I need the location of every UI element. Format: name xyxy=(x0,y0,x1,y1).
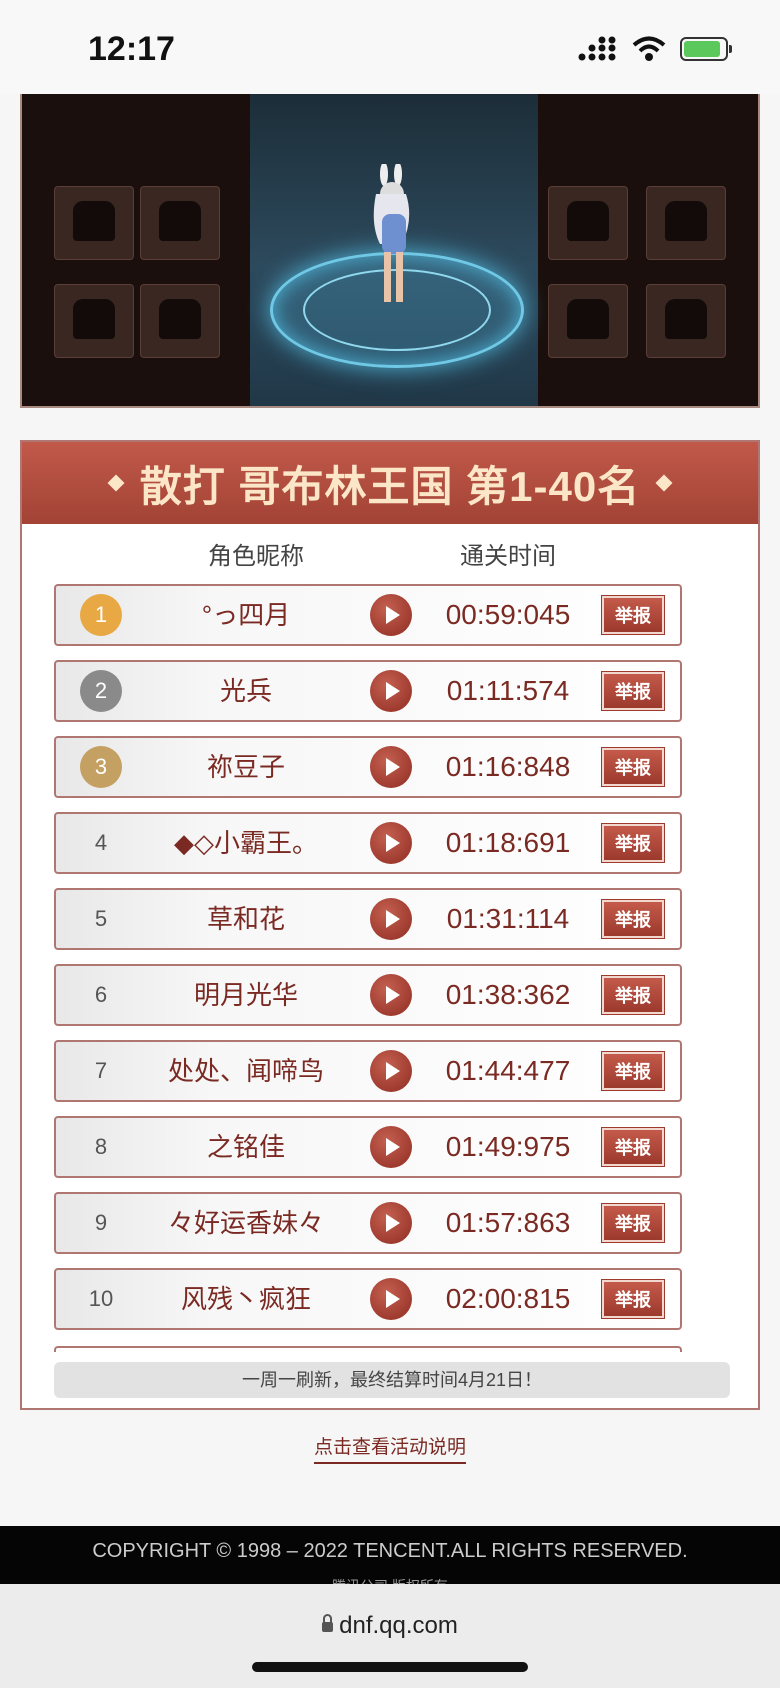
rank-badge: 4 xyxy=(94,830,108,855)
wifi-icon xyxy=(632,36,666,61)
report-button[interactable]: 举报 xyxy=(601,899,665,939)
status-bar: 12:17 xyxy=(0,0,780,94)
equipment-slot xyxy=(140,284,220,358)
clear-time: 01:57:863 xyxy=(445,1207,571,1238)
player-name: 光兵 xyxy=(219,676,272,706)
player-name: ◆◇小霸王。 xyxy=(174,828,318,858)
clear-time: 00:59:045 xyxy=(445,599,571,630)
table-row-partial xyxy=(54,1346,682,1352)
player-name: 祢豆子 xyxy=(206,752,285,782)
home-indicator[interactable] xyxy=(252,1662,528,1672)
play-replay-icon[interactable] xyxy=(370,746,412,788)
report-button[interactable]: 举报 xyxy=(601,1203,665,1243)
rank-badge: 5 xyxy=(94,906,108,931)
rank-badge: 9 xyxy=(94,1210,108,1235)
player-name: 々好运香妹々 xyxy=(167,1208,324,1238)
cellular-signal-icon xyxy=(578,36,616,61)
player-name: 风残丶疯狂 xyxy=(180,1284,311,1314)
rank-badge: 8 xyxy=(94,1134,108,1159)
report-button[interactable]: 举报 xyxy=(601,975,665,1015)
column-header-name: 角色昵称 xyxy=(208,543,304,570)
table-row: 4 ◆◇小霸王。 01:18:691 举报 xyxy=(54,812,682,874)
rank-badge: 3 xyxy=(80,746,122,788)
player-name: °っ四月 xyxy=(201,600,291,630)
battery-charging-icon xyxy=(680,37,732,61)
play-replay-icon[interactable] xyxy=(370,898,412,940)
activity-explanation-link[interactable]: 点击查看活动说明 xyxy=(0,1432,780,1464)
url-display[interactable]: dnf.qq.com xyxy=(0,1612,780,1640)
footer-subtext: 腾讯公司 版权所有 xyxy=(0,1576,780,1584)
ranking-header: 散打 哥布林王国 第1-40名 xyxy=(22,442,758,524)
equipment-slot xyxy=(548,284,628,358)
player-name: 之铭佳 xyxy=(206,1132,285,1162)
table-row: 3 祢豆子 01:16:848 举报 xyxy=(54,736,682,798)
clear-time: 01:44:477 xyxy=(445,1055,571,1086)
clock: 12:17 xyxy=(88,30,175,68)
table-row: 10 风残丶疯狂 02:00:815 举报 xyxy=(54,1268,682,1330)
table-row: 2 光兵 01:11:574 举报 xyxy=(54,660,682,722)
equipment-slot xyxy=(548,186,628,260)
play-replay-icon[interactable] xyxy=(370,1050,412,1092)
ranking-title: 散打 哥布林王国 第1-40名 xyxy=(139,462,641,510)
footer: COPYRIGHT © 1998 – 2022 TENCENT.ALL RIGH… xyxy=(0,1526,780,1584)
table-row: 7 处处、闻啼鸟 01:44:477 举报 xyxy=(54,1040,682,1102)
browser-url-bar[interactable]: dnf.qq.com xyxy=(0,1584,780,1688)
clear-time: 01:31:114 xyxy=(446,903,570,934)
clear-time: 01:18:691 xyxy=(445,827,571,858)
table-row: 9 々好运香妹々 01:57:863 举报 xyxy=(54,1192,682,1254)
table-row: 8 之铭佳 01:49:975 举报 xyxy=(54,1116,682,1178)
column-header-time: 通关时间 xyxy=(460,543,556,570)
player-name: 处处、闻啼鸟 xyxy=(167,1056,324,1086)
play-replay-icon[interactable] xyxy=(370,822,412,864)
play-replay-icon[interactable] xyxy=(370,1202,412,1244)
clear-time: 01:11:574 xyxy=(446,675,570,706)
table-row: 5 草和花 01:31:114 举报 xyxy=(54,888,682,950)
clear-time: 01:38:362 xyxy=(445,979,571,1010)
activity-explanation-label[interactable]: 点击查看活动说明 xyxy=(313,1437,466,1464)
character-stage xyxy=(250,94,538,406)
report-button[interactable]: 举报 xyxy=(601,671,665,711)
equipment-slot xyxy=(140,186,220,260)
table-row: 1 °っ四月 00:59:045 举报 xyxy=(54,584,682,646)
character-showcase xyxy=(20,94,760,408)
refresh-notice: 一周一刷新，最终结算时间4月21日！ xyxy=(54,1362,730,1398)
rank-badge: 6 xyxy=(94,982,108,1007)
equipment-slot xyxy=(646,186,726,260)
clear-time: 01:16:848 xyxy=(445,751,571,782)
diamond-icon xyxy=(107,474,125,492)
equipment-slot xyxy=(646,284,726,358)
character-figure xyxy=(373,164,410,302)
ranking-panel: 散打 哥布林王国 第1-40名 角色昵称 通关时间 1 °っ四月 00:59:045… xyxy=(20,440,760,1410)
report-button[interactable]: 举报 xyxy=(601,1051,665,1091)
report-button[interactable]: 举报 xyxy=(601,1279,665,1319)
diamond-icon xyxy=(655,474,673,492)
report-button[interactable]: 举报 xyxy=(601,747,665,787)
equipment-slot xyxy=(54,284,134,358)
clear-time: 01:49:975 xyxy=(445,1131,571,1162)
player-name: 草和花 xyxy=(206,904,285,934)
rank-badge: 2 xyxy=(80,670,122,712)
report-button[interactable]: 举报 xyxy=(601,595,665,635)
play-replay-icon[interactable] xyxy=(370,1278,412,1320)
play-replay-icon[interactable] xyxy=(370,594,412,636)
play-replay-icon[interactable] xyxy=(370,670,412,712)
table-row: 6 明月光华 01:38:362 举报 xyxy=(54,964,682,1026)
clear-time: 02:00:815 xyxy=(445,1283,571,1314)
lock-icon xyxy=(322,1613,334,1632)
rank-badge: 10 xyxy=(88,1286,114,1311)
url-text: dnf.qq.com xyxy=(339,1612,458,1639)
status-icons xyxy=(578,36,732,62)
copyright-text: COPYRIGHT © 1998 – 2022 TENCENT.ALL RIGH… xyxy=(92,1540,688,1562)
rank-badge: 7 xyxy=(94,1058,108,1083)
report-button[interactable]: 举报 xyxy=(601,1127,665,1167)
equipment-slot xyxy=(54,186,134,260)
play-replay-icon[interactable] xyxy=(370,974,412,1016)
report-button[interactable]: 举报 xyxy=(601,823,665,863)
player-name: 明月光华 xyxy=(193,980,298,1010)
play-replay-icon[interactable] xyxy=(370,1126,412,1168)
rank-badge: 1 xyxy=(80,594,122,636)
